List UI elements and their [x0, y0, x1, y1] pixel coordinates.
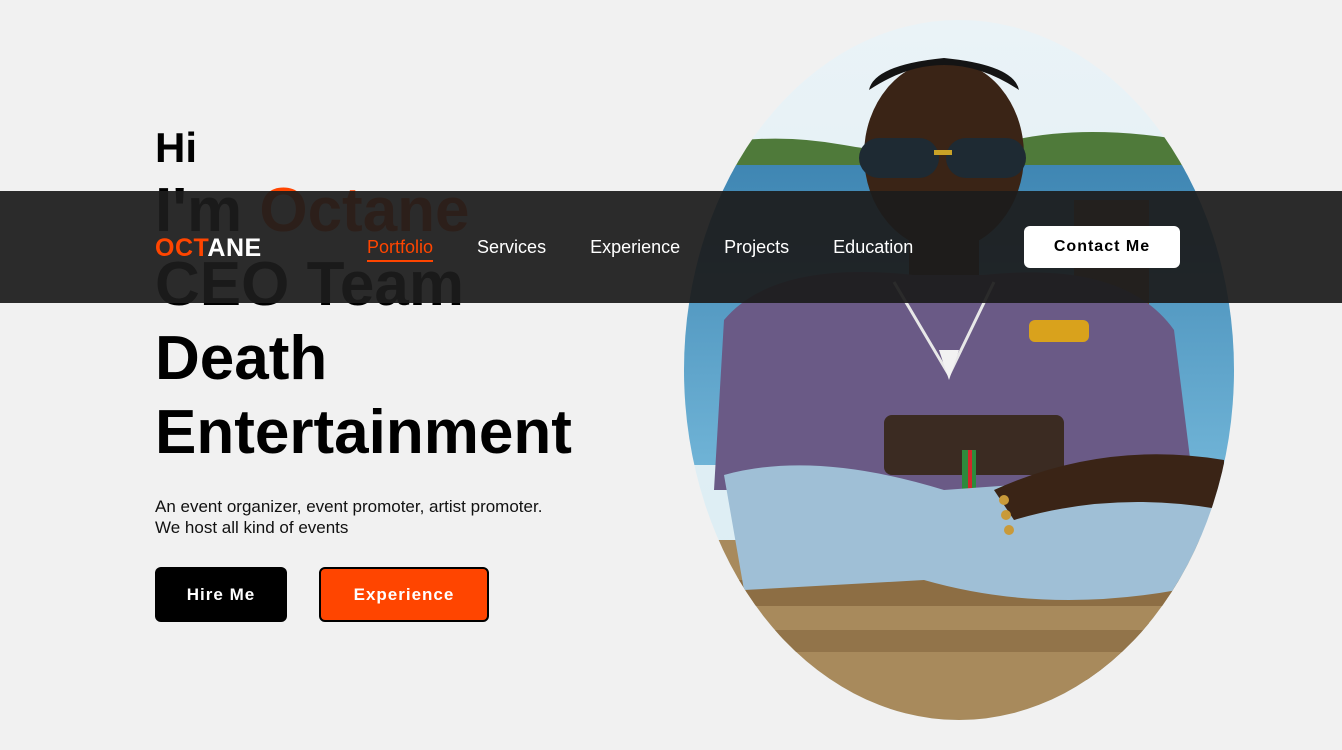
hero-title-line-2: Death [155, 324, 328, 393]
nav-item-experience[interactable]: Experience [590, 236, 680, 262]
hero-description-line-2: We host all kind of events [155, 518, 349, 537]
site-logo[interactable]: OCTANE [155, 234, 262, 262]
logo-rest-text: ANE [207, 234, 262, 262]
hire-me-button[interactable]: Hire Me [155, 567, 287, 622]
navbar: OCTANE Portfolio Services Experience Pro… [0, 191, 1342, 303]
nav-item-portfolio[interactable]: Portfolio [367, 236, 434, 262]
experience-button[interactable]: Experience [319, 567, 489, 622]
hero-description: An event organizer, event promoter, arti… [155, 496, 595, 538]
nav-item-services[interactable]: Services [477, 236, 546, 262]
profile-photo-illustration [684, 20, 1234, 720]
nav-item-projects[interactable]: Projects [724, 236, 789, 262]
nav-menu: Portfolio Services Experience Projects E… [367, 236, 913, 262]
profile-photo [684, 20, 1234, 720]
nav-item-education[interactable]: Education [833, 236, 913, 262]
hero-title-line-3: Entertainment [155, 398, 572, 467]
portfolio-page: Hi I'm Octane CEO Team Death Entertainme… [0, 0, 1342, 750]
hero-greeting: Hi [155, 124, 197, 171]
hero-description-line-1: An event organizer, event promoter, arti… [155, 497, 543, 516]
contact-me-button[interactable]: Contact Me [1024, 226, 1180, 268]
logo-accent-text: OCT [155, 234, 208, 262]
